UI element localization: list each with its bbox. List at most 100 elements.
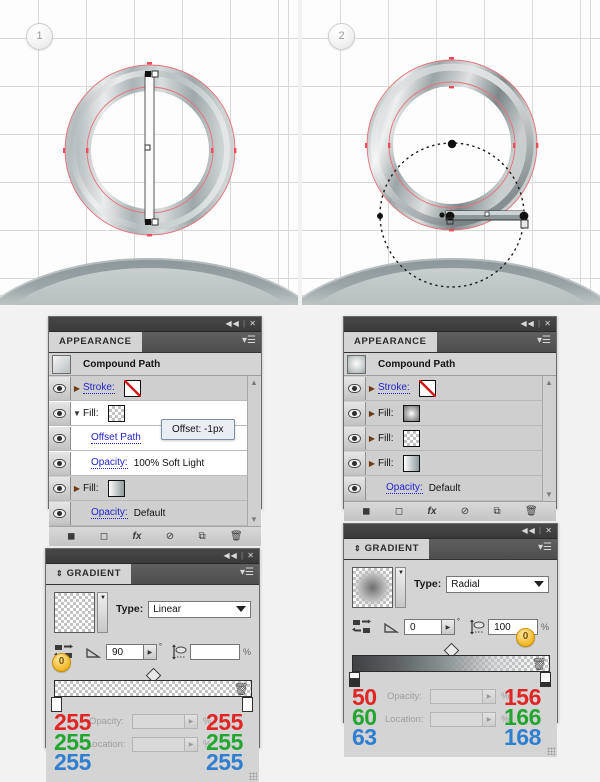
gradient-preview-swatch[interactable] xyxy=(54,592,95,633)
panel-drag-handle-icon[interactable]: ⇕ xyxy=(354,544,361,553)
add-new-stroke-icon[interactable]: ◼ xyxy=(67,531,75,542)
scroll-down-icon[interactable]: ▼ xyxy=(545,490,553,499)
collapse-icon[interactable]: ◀◀ xyxy=(520,319,534,328)
fill-swatch-radial-gradient[interactable] xyxy=(402,404,420,422)
gradient-stop-right[interactable] xyxy=(540,672,551,687)
add-new-fill-icon[interactable]: ◻ xyxy=(100,531,108,542)
disclosure-triangle-icon[interactable]: ▶ xyxy=(71,384,83,393)
gradient-angle-stepper[interactable]: ▶ xyxy=(441,619,455,635)
tab-appearance[interactable]: APPEARANCE xyxy=(344,332,437,352)
stroke-swatch-none[interactable] xyxy=(123,379,141,397)
opacity-input[interactable] xyxy=(132,714,185,729)
gradient-presets-dropdown[interactable]: ▼ xyxy=(395,567,406,608)
opacity-stepper[interactable]: ▶ xyxy=(185,714,198,729)
visibility-toggle[interactable] xyxy=(344,376,366,400)
appearance-row-opacity[interactable]: Opacity: Default xyxy=(344,476,556,501)
fill-swatch-transparent[interactable] xyxy=(107,404,125,422)
appearance-row-fill-2[interactable]: ▶ Fill: xyxy=(49,476,261,501)
gradient-type-select[interactable]: Radial xyxy=(446,576,549,593)
close-icon[interactable]: ✕ xyxy=(249,319,257,328)
panel-menu-icon[interactable]: ▾☰ xyxy=(538,542,552,554)
disclosure-triangle-icon[interactable]: ▼ xyxy=(71,409,83,418)
visibility-toggle[interactable] xyxy=(49,451,71,475)
disclosure-triangle-icon[interactable]: ▶ xyxy=(366,434,378,443)
gradient-preview-swatch[interactable] xyxy=(352,567,393,608)
fill-swatch-transparent[interactable] xyxy=(402,429,420,447)
visibility-toggle[interactable] xyxy=(49,426,71,450)
close-icon[interactable]: ✕ xyxy=(544,319,552,328)
appearance-left-window-controls[interactable]: ◀◀ | ✕ xyxy=(225,318,257,330)
add-effect-icon[interactable]: fx xyxy=(428,506,437,517)
panel-menu-icon[interactable]: ▾☰ xyxy=(240,567,254,579)
visibility-toggle[interactable] xyxy=(344,426,366,450)
row-label-opacity-2[interactable]: Opacity: xyxy=(91,507,128,519)
appearance-row-stroke[interactable]: ▶ Stroke: xyxy=(344,376,556,401)
tab-gradient[interactable]: ⇕ GRADIENT xyxy=(344,539,429,559)
gradient-stop-right[interactable] xyxy=(242,697,253,712)
visibility-toggle[interactable] xyxy=(344,476,366,500)
appearance-row-fill-2[interactable]: ▶ Fill: xyxy=(344,426,556,451)
row-label-opacity[interactable]: Opacity: xyxy=(386,482,423,494)
panel-drag-handle-icon[interactable]: ⇕ xyxy=(56,569,63,578)
delete-item-icon[interactable]: 🗑 xyxy=(230,531,243,542)
visibility-toggle[interactable] xyxy=(344,451,366,475)
appearance-row-fill-3[interactable]: ▶ Fill: xyxy=(344,451,556,476)
appearance-scrollbar[interactable]: ▲ ▼ xyxy=(542,376,556,501)
gradient-angle-input[interactable]: 90 xyxy=(105,644,144,660)
clear-appearance-icon[interactable]: ⊘ xyxy=(166,531,174,542)
clear-appearance-icon[interactable]: ⊘ xyxy=(461,506,469,517)
tab-appearance[interactable]: APPEARANCE xyxy=(49,332,142,352)
disclosure-triangle-icon[interactable]: ▶ xyxy=(366,459,378,468)
row-label-offset-path[interactable]: Offset Path xyxy=(91,432,141,444)
opacity-input[interactable] xyxy=(430,689,483,704)
appearance-row-opacity-2[interactable]: Opacity: Default xyxy=(49,501,261,526)
panel-resize-grip[interactable] xyxy=(249,772,257,780)
panel-menu-icon[interactable]: ▾☰ xyxy=(242,335,256,347)
gradient-presets-dropdown[interactable]: ▼ xyxy=(97,592,108,633)
location-stepper[interactable]: ▶ xyxy=(185,737,198,752)
row-label-stroke[interactable]: Stroke: xyxy=(83,382,115,394)
panel-menu-icon[interactable]: ▾☰ xyxy=(537,335,551,347)
delete-stop-icon[interactable]: 🗑 xyxy=(234,682,249,696)
visibility-toggle[interactable] xyxy=(49,376,71,400)
location-input[interactable] xyxy=(430,712,483,727)
close-icon[interactable]: ✕ xyxy=(247,551,255,560)
visibility-toggle[interactable] xyxy=(49,501,71,525)
duplicate-item-icon[interactable]: ⧉ xyxy=(494,506,501,517)
disclosure-triangle-icon[interactable]: ▶ xyxy=(366,384,378,393)
delete-stop-icon[interactable]: 🗑 xyxy=(532,657,547,671)
visibility-toggle[interactable] xyxy=(344,401,366,425)
visibility-toggle[interactable] xyxy=(49,401,71,425)
row-label-opacity[interactable]: Opacity: xyxy=(91,457,128,469)
add-effect-icon[interactable]: fx xyxy=(133,531,142,542)
stroke-swatch-none[interactable] xyxy=(418,379,436,397)
gradient-angle-input[interactable]: 0 xyxy=(403,619,442,635)
duplicate-item-icon[interactable]: ⧉ xyxy=(199,531,206,542)
collapse-icon[interactable]: ◀◀ xyxy=(225,319,239,328)
gradient-left-window-controls[interactable]: ◀◀ | ✕ xyxy=(223,550,255,562)
fill-swatch-gradient[interactable] xyxy=(402,454,420,472)
appearance-row-opacity-1[interactable]: Opacity: 100% Soft Light xyxy=(49,451,261,476)
appearance-scrollbar[interactable]: ▲ ▼ xyxy=(247,376,261,526)
location-input[interactable] xyxy=(132,737,185,752)
gradient-aspect-input[interactable] xyxy=(190,644,240,660)
appearance-row-stroke[interactable]: ▶ Stroke: xyxy=(49,376,261,401)
scroll-up-icon[interactable]: ▲ xyxy=(545,378,553,387)
row-label-stroke[interactable]: Stroke: xyxy=(378,382,410,394)
appearance-right-window-controls[interactable]: ◀◀ | ✕ xyxy=(520,318,552,330)
delete-item-icon[interactable]: 🗑 xyxy=(525,506,538,517)
gradient-angle-stepper[interactable]: ▶ xyxy=(143,644,157,660)
fill-swatch-gradient[interactable] xyxy=(107,479,125,497)
add-new-stroke-icon[interactable]: ◼ xyxy=(362,506,370,517)
opacity-stepper[interactable]: ▶ xyxy=(483,689,496,704)
gradient-type-select[interactable]: Linear xyxy=(148,601,251,618)
appearance-row-fill-1[interactable]: ▶ Fill: xyxy=(344,401,556,426)
collapse-icon[interactable]: ◀◀ xyxy=(521,526,535,535)
panel-resize-grip[interactable] xyxy=(547,747,555,755)
gradient-ramp-bar[interactable] xyxy=(352,655,550,672)
scroll-up-icon[interactable]: ▲ xyxy=(250,378,258,387)
location-stepper[interactable]: ▶ xyxy=(483,712,496,727)
tab-gradient[interactable]: ⇕ GRADIENT xyxy=(46,564,131,584)
close-icon[interactable]: ✕ xyxy=(545,526,553,535)
add-new-fill-icon[interactable]: ◻ xyxy=(395,506,403,517)
